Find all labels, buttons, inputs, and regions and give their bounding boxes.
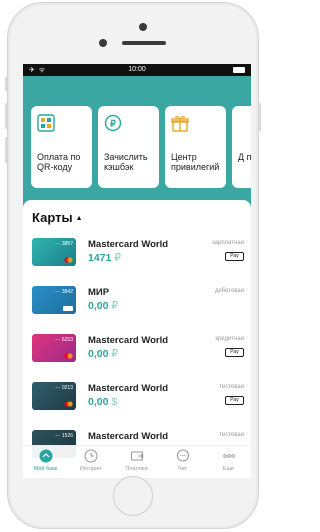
card-amount: 0,00 [88,348,109,360]
card-type: дебетовая [214,288,244,294]
card-thumbnail: ···· 3842 [32,286,76,314]
tab-label: Платежи [125,466,148,472]
apple-pay-badge: Pay [225,348,244,357]
card-name: Mastercard World [88,383,169,394]
mastercard-logo-icon [64,353,73,359]
apple-pay-badge: Pay [225,396,244,405]
card-balance: 0,00 $ [88,396,117,408]
collapse-caret-icon: ▲ [75,215,83,223]
tab-payments[interactable]: Платежи [114,449,159,472]
earpiece-speaker [122,41,166,45]
battery-icon [233,67,245,73]
card-name: Mastercard World [88,239,169,250]
tab-history[interactable]: История [68,449,113,472]
gift-icon [171,116,189,132]
tab-label: Еще [222,466,235,472]
card-number: ···· 3857 [53,241,73,247]
tile-label: Д п [238,152,251,162]
card-amount: 0,00 [88,396,109,408]
qr-icon [37,114,55,132]
card-type: кредитная [215,336,244,342]
card-row[interactable]: ···· 6253 Mastercard World 0,00 ₽ кредит… [32,334,244,374]
status-time: 10:00 [128,66,146,73]
card-balance: 1471 ₽ [88,252,121,264]
card-number: ···· 1526 [53,433,73,439]
status-bar: ✈ ᯤ 10:00 [23,64,251,76]
pay-label: Pay [230,253,239,259]
card-currency: $ [111,396,118,408]
tile-privileges[interactable]: Центр привилегий [165,106,226,188]
card-type: тестовая [219,432,244,438]
card-name: Mastercard World [88,431,169,442]
tile-cashback[interactable]: ₽ Зачислить кэшбэк [98,106,159,188]
tile-qr-payment[interactable]: Оплата по QR-коду [31,106,92,188]
camera-dot [139,23,147,31]
tile-partial[interactable]: Д п [232,106,251,188]
tab-label: Мой банк [33,466,58,472]
more-icon [222,454,235,458]
card-type: тестовая [219,384,244,390]
card-currency: ₽ [114,252,121,264]
tab-label: История [79,466,102,472]
card-row[interactable]: ···· 3857 Mastercard World 1471 ₽ зарпла… [32,238,244,278]
tab-label: Чат [177,466,188,472]
card-balance: 0,00 ₽ [88,348,118,360]
tile-label: Центр привилегий [171,152,220,172]
cards-sheet: Карты ▲ ···· 3857 Mastercard World 1471 ₽… [23,200,251,478]
chat-icon [176,449,189,462]
card-number: ···· 3842 [53,289,73,295]
tile-label: Зачислить кэшбэк [104,152,148,172]
card-row[interactable]: ···· 3842 МИР 0,00 ₽ дебетовая [32,286,244,326]
quick-actions: Оплата по QR-коду ₽ Зачислить кэшбэк Цен… [31,106,251,188]
card-thumbnail: ···· 6253 [32,334,76,362]
tab-chat[interactable]: Чат [160,449,205,472]
volume-down-button [5,137,8,163]
card-row[interactable]: ···· 0213 Mastercard World 0,00 $ тестов… [32,382,244,422]
tab-bar: Мой банк История Платежи Чат Еще [23,445,251,478]
card-number: ···· 6253 [53,337,73,343]
card-balance: 0,00 ₽ [88,300,118,312]
pay-label: Pay [230,349,239,355]
mute-switch [5,77,8,91]
card-number: ···· 0213 [53,385,73,391]
cashback-icon: ₽ [104,114,122,132]
card-amount: 0,00 [88,300,109,312]
payments-icon [130,451,144,461]
home-button[interactable] [113,476,153,516]
card-thumbnail: ···· 3857 [32,238,76,266]
svg-text:₽: ₽ [110,119,116,129]
pay-label: Pay [230,397,239,403]
card-amount: 1471 [88,252,112,264]
tab-more[interactable]: Еще [206,449,251,472]
volume-up-button [5,103,8,129]
tab-my-bank[interactable]: Мой банк [23,449,68,472]
cards-header[interactable]: Карты ▲ [32,210,83,225]
tile-label: Оплата по QR-коду [37,152,81,172]
history-icon [84,449,97,463]
card-name: МИР [88,287,110,298]
card-currency: ₽ [111,348,119,360]
card-thumbnail: ···· 0213 [32,382,76,410]
card-currency: ₽ [111,300,119,312]
mastercard-logo-icon [64,401,73,407]
apple-pay-badge: Pay [225,252,244,261]
cards-title: Карты [32,210,73,225]
card-name: Mastercard World [88,335,169,346]
front-camera [99,39,107,47]
power-button [258,103,261,131]
mir-logo-icon [63,306,73,311]
mastercard-logo-icon [64,257,73,263]
home-icon [39,449,52,463]
app-screen: ✈ ᯤ 10:00 Оплата по QR-коду ₽ Зачислить … [23,64,251,478]
card-type: зарплатная [211,240,244,246]
